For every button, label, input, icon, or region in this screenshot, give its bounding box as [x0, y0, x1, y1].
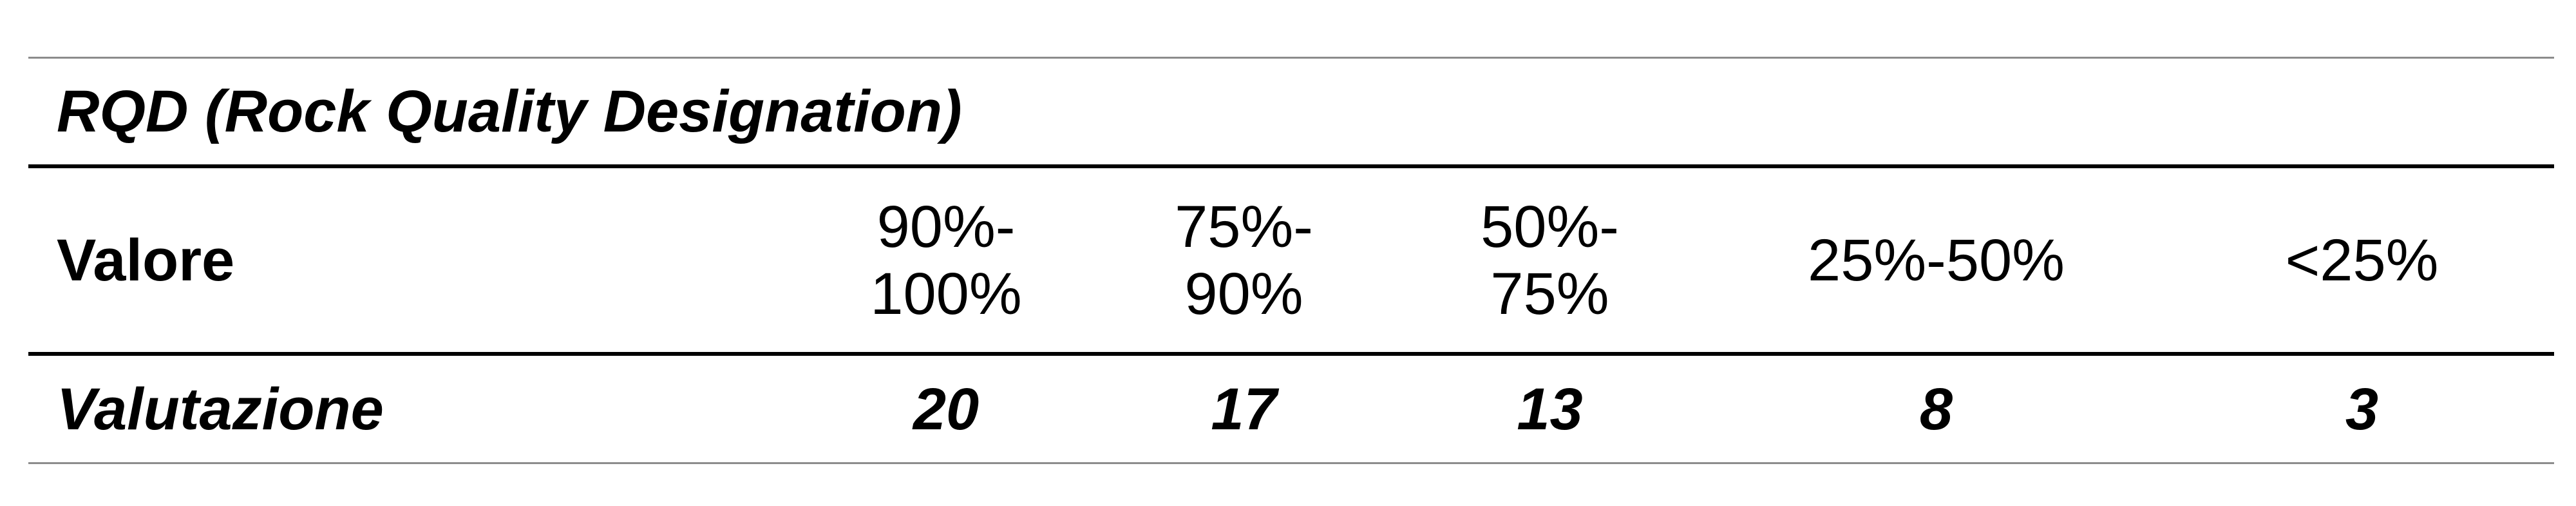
range-cell: <25% [2170, 227, 2554, 294]
range-text: 90% [1184, 260, 1303, 327]
values-row: Valore 90%- 100% 75%- 90% 50%- 75% 25%-5… [28, 168, 2554, 352]
range-text: <25% [2285, 227, 2439, 293]
rating-cell: 3 [2345, 376, 2379, 442]
range-text: 75%- [1175, 193, 1313, 260]
rating-cell: 17 [1211, 376, 1277, 442]
range-cell: 75%- 90% [1091, 193, 1397, 327]
values-row-label: Valore [57, 227, 235, 293]
range-cell: 90%- 100% [801, 193, 1091, 327]
table-bottom-rule [28, 462, 2554, 464]
ratings-row: Valutazione 20 17 13 8 3 [28, 356, 2554, 462]
range-text: 75% [1490, 260, 1609, 327]
ratings-row-label: Valutazione [57, 376, 384, 442]
table-title: RQD (Rock Quality Designation) [57, 79, 962, 144]
range-text: 25%-50% [1808, 227, 2065, 293]
range-text: 100% [870, 260, 1022, 327]
rating-cell: 8 [1919, 376, 1953, 442]
range-cell: 25%-50% [1703, 227, 2170, 294]
range-text: 50%- [1481, 193, 1619, 260]
range-cell: 50%- 75% [1397, 193, 1703, 327]
rqd-table: RQD (Rock Quality Designation) Valore 90… [28, 57, 2554, 464]
range-text: 90%- [876, 193, 1016, 260]
rating-cell: 20 [913, 376, 980, 442]
table-title-row: RQD (Rock Quality Designation) [28, 59, 2554, 164]
rating-cell: 13 [1517, 376, 1583, 442]
